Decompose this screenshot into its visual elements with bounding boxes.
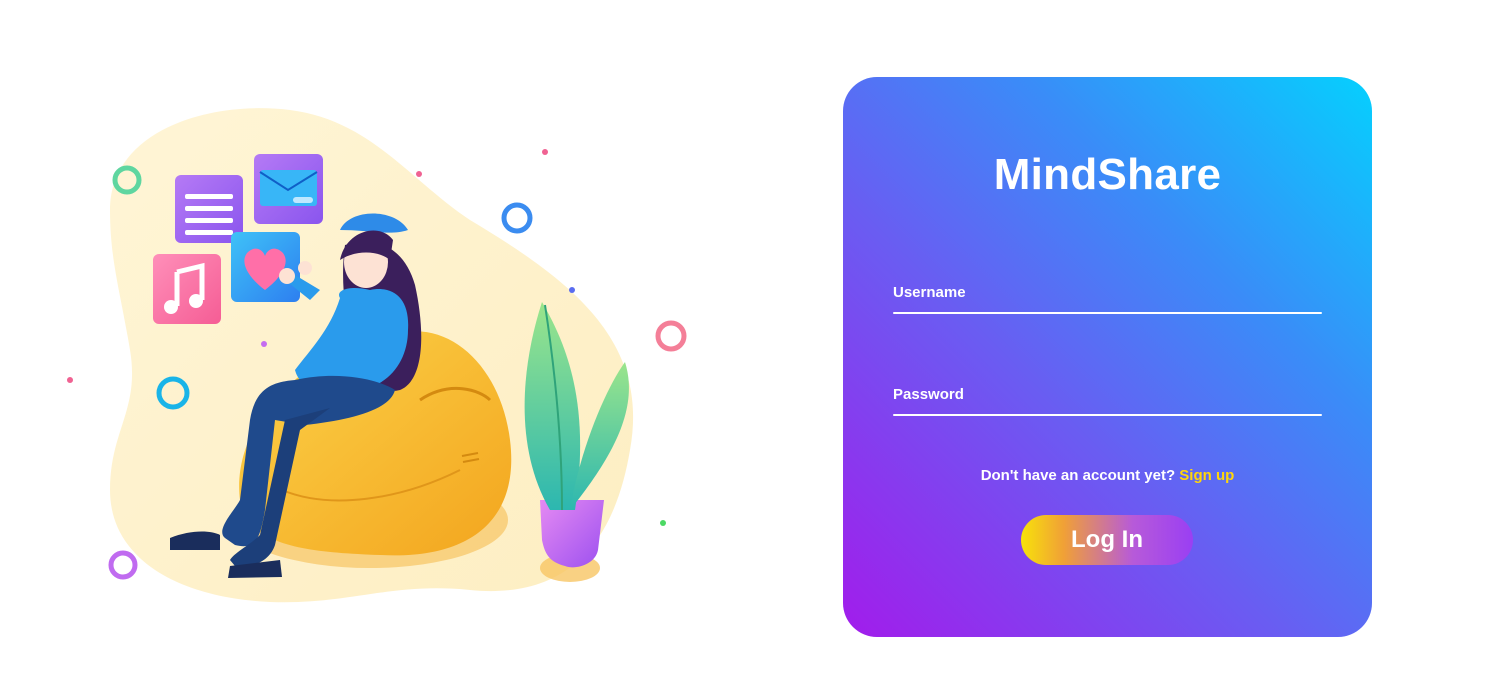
ring-decoration <box>108 550 138 580</box>
dot-decoration <box>660 520 666 526</box>
dot-decoration <box>542 149 548 155</box>
hero-illustration <box>67 108 687 603</box>
login-card: MindShare Username Password Don't have a… <box>843 77 1372 637</box>
dot-decoration <box>261 341 267 347</box>
app-title: MindShare <box>993 150 1222 199</box>
login-button[interactable]: Log In <box>1021 515 1193 565</box>
dot-decoration <box>569 287 575 293</box>
signup-prompt: Don't have an account yet? <box>980 467 1176 484</box>
ring-decoration <box>501 202 533 234</box>
heart-icon <box>231 232 300 302</box>
password-field-group: Password <box>893 379 1322 419</box>
username-underline <box>893 312 1322 314</box>
username-input[interactable] <box>893 277 1322 313</box>
dot-decoration <box>67 377 73 383</box>
music-icon <box>153 254 221 324</box>
username-field-group: Username <box>893 277 1322 317</box>
password-input[interactable] <box>893 379 1322 415</box>
dot-decoration <box>416 171 422 177</box>
signup-link[interactable]: Sign up <box>1179 467 1234 484</box>
ring-decoration <box>655 320 687 352</box>
password-underline <box>893 414 1322 416</box>
document-icon <box>175 175 243 243</box>
signup-row: Don't have an account yet? Sign up <box>843 467 1372 484</box>
mail-icon <box>254 154 323 224</box>
